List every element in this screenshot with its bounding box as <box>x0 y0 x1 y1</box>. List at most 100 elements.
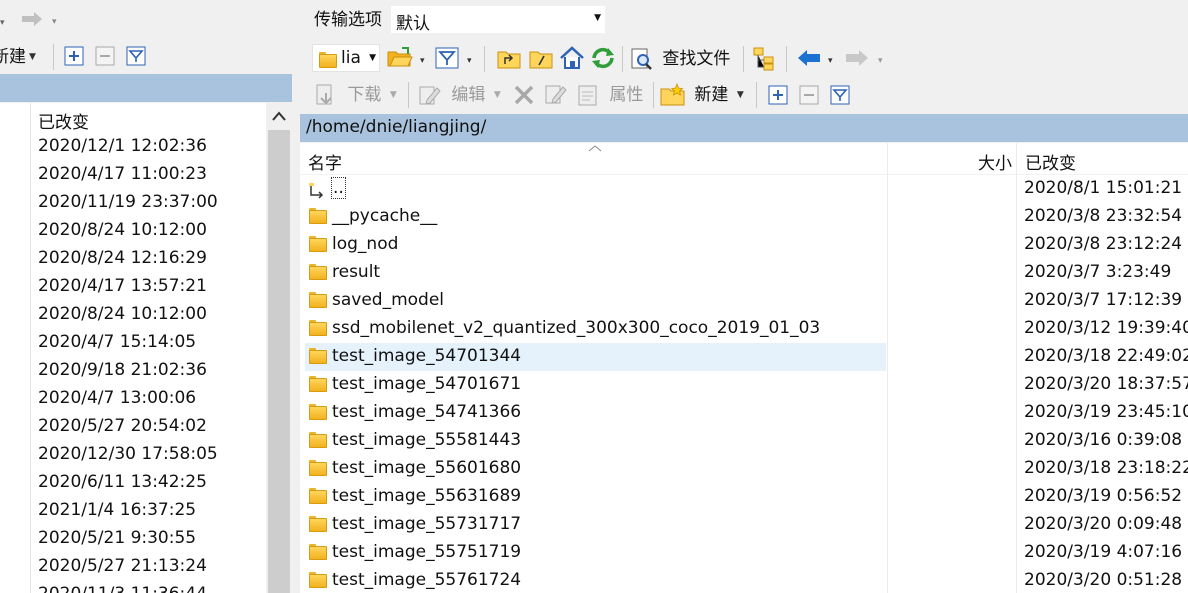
file-name: ssd_mobilenet_v2_quantized_300x300_coco_… <box>332 318 821 338</box>
file-row[interactable]: saved_model 2020/3/7 17:12:39 <box>300 287 1188 315</box>
folder-icon <box>309 375 327 395</box>
download-label: 下载 <box>347 85 382 105</box>
new-button[interactable]: 新建 ▼ <box>660 82 744 108</box>
file-row[interactable]: test_image_54701344 2020/3/18 22:49:02 <box>300 343 1188 371</box>
left-back-button[interactable]: ▾ <box>0 8 20 30</box>
file-changed: 2020/3/19 23:45:10 <box>1024 402 1188 422</box>
file-name: .. <box>331 177 346 199</box>
left-list-item[interactable]: 2020/4/7 13:00:06 <box>38 388 196 408</box>
column-changed[interactable]: 已改变 <box>1017 143 1188 175</box>
left-list-item[interactable]: 2020/5/21 9:30:55 <box>38 528 196 548</box>
left-list-item-date: 2020/11/19 23:37:00 <box>38 192 218 212</box>
transfer-options-select[interactable]: 默认 ▼ <box>390 5 606 34</box>
refresh-button[interactable] <box>590 46 616 75</box>
left-list-item[interactable]: 2020/4/7 15:14:05 <box>38 332 196 352</box>
file-row[interactable]: __pycache__ 2020/3/8 23:32:54 <box>300 203 1188 231</box>
column-name[interactable]: 名字 <box>300 143 887 175</box>
rename-button[interactable] <box>544 82 568 111</box>
folder-icon <box>309 263 327 283</box>
expand-button[interactable] <box>768 85 788 110</box>
find-files-button[interactable]: 查找文件 <box>630 46 730 72</box>
delete-button[interactable] <box>512 83 536 112</box>
file-row[interactable]: test_image_54741366 2020/3/19 23:45:10 <box>300 399 1188 427</box>
parent-directory-button[interactable] <box>497 48 521 75</box>
left-list-item[interactable]: 2020/8/24 10:12:00 <box>38 220 207 240</box>
left-filter-button[interactable] <box>126 46 146 71</box>
chevron-down-icon: ▼ <box>736 90 744 100</box>
file-row[interactable]: test_image_55601680 2020/3/18 23:18:22 <box>300 455 1188 483</box>
file-row[interactable]: test_image_55751719 2020/3/19 4:07:16 <box>300 539 1188 567</box>
properties-button[interactable]: 属性 <box>576 82 643 108</box>
filter-button[interactable]: ▾ <box>434 46 478 75</box>
download-button[interactable]: 下载 ▼ <box>314 82 397 108</box>
new-folder-icon <box>660 83 685 106</box>
right-toolbar-2: 下载 ▼ 编辑 ▼ 属性 新建 ▼ <box>300 80 1188 110</box>
column-header-row: 名字 大小 已改变 <box>300 143 1188 593</box>
file-row[interactable]: .. 2020/8/1 15:01:21 <box>300 175 1188 203</box>
file-name: test_image_54741366 <box>332 402 522 422</box>
left-list-item-date: 2020/4/7 15:14:05 <box>38 332 197 352</box>
svg-text:▾: ▾ <box>0 18 5 28</box>
open-directory-button[interactable]: ▾ <box>386 46 430 75</box>
left-expand-button[interactable] <box>64 46 84 71</box>
left-list-item-date: 2020/4/7 13:00:06 <box>38 388 197 408</box>
left-list-item[interactable]: 2020/6/11 13:42:25 <box>38 472 207 492</box>
left-list-item[interactable]: 2020/12/1 12:02:36 <box>38 136 207 156</box>
file-row[interactable]: test_image_55731717 2020/3/20 0:09:48 <box>300 511 1188 539</box>
collapse-button[interactable] <box>799 85 819 110</box>
file-row[interactable]: test_image_55631689 2020/3/19 0:56:52 <box>300 483 1188 511</box>
edit-label: 编辑 <box>451 85 486 105</box>
left-list-item[interactable]: 2020/4/17 11:00:23 <box>38 164 207 184</box>
file-changed: 2020/3/16 0:39:08 <box>1024 430 1183 450</box>
file-row[interactable]: result 2020/3/7 3:23:49 <box>300 259 1188 287</box>
left-list-item[interactable]: 2020/11/19 23:37:00 <box>38 192 218 212</box>
left-list-item[interactable]: 2020/11/3 11:36:44 <box>38 584 207 593</box>
left-list-item-date: 2020/9/18 21:02:36 <box>38 360 207 380</box>
column-size-label: 大小 <box>978 154 1012 174</box>
left-list-item[interactable]: 2020/4/17 13:57:21 <box>38 276 207 296</box>
left-scroll-thumb[interactable] <box>268 130 290 593</box>
root-dir-icon <box>529 51 553 69</box>
file-row[interactable]: test_image_55761724 2020/3/20 0:51:28 <box>300 567 1188 593</box>
left-column-changed[interactable]: 已改变 <box>38 108 89 133</box>
file-row[interactable]: test_image_54701671 2020/3/20 18:37:57 <box>300 371 1188 399</box>
file-row[interactable]: ssd_mobilenet_v2_quantized_300x300_coco_… <box>300 315 1188 343</box>
left-scrollbar[interactable] <box>266 103 292 593</box>
properties-label: 属性 <box>609 85 644 105</box>
left-list-item[interactable]: 2020/8/24 12:16:29 <box>38 248 207 268</box>
transfer-options-label: 传输选项 <box>314 10 382 30</box>
file-row[interactable]: test_image_55581443 2020/3/16 0:39:08 <box>300 427 1188 455</box>
home-directory-button[interactable] <box>559 46 585 75</box>
column-name-label: 名字 <box>308 154 342 174</box>
edit-button[interactable]: 编辑 ▼ <box>418 82 501 108</box>
left-list-item[interactable]: 2020/12/30 17:58:05 <box>38 444 218 464</box>
left-collapse-button[interactable] <box>95 46 115 71</box>
left-list-item-date: 2020/4/17 11:00:23 <box>38 164 207 184</box>
back-button[interactable]: ▾ <box>796 48 840 73</box>
chevron-down-icon: ▼ <box>594 13 601 23</box>
column-changed-label: 已改变 <box>1025 154 1076 174</box>
file-name: test_image_54701344 <box>332 346 522 366</box>
filter-box-button[interactable] <box>830 85 850 110</box>
file-row[interactable]: log_nod 2020/3/8 23:12:24 <box>300 231 1188 259</box>
forward-button[interactable]: ▾ <box>844 48 890 73</box>
root-directory-button[interactable] <box>529 48 553 75</box>
left-new-button[interactable]: 新建 ▼ <box>0 44 36 70</box>
svg-text:▾: ▾ <box>828 56 833 66</box>
left-list-item[interactable]: 2020/8/24 10:12:00 <box>38 304 207 324</box>
path-bar[interactable]: /home/dnie/liangjing/ <box>300 114 1188 142</box>
left-path-bar[interactable] <box>0 74 292 102</box>
left-list-item[interactable]: 2021/1/4 16:37:25 <box>38 500 196 520</box>
folder-icon <box>309 291 327 311</box>
path-combo[interactable]: lia ▼ <box>312 44 380 72</box>
left-list-item[interactable]: 2020/5/27 20:54:02 <box>38 416 207 436</box>
left-list-item[interactable]: 2020/5/27 21:13:24 <box>38 556 207 576</box>
plus-box-icon <box>64 46 84 66</box>
scroll-up-button[interactable] <box>266 103 292 129</box>
left-forward-button[interactable]: ▾ <box>20 8 64 30</box>
left-list: 已改变 2020/12/1 12:02:36 2020/4/17 11:00:23… <box>0 103 266 593</box>
tree-button[interactable] <box>752 46 778 77</box>
column-size[interactable]: 大小 <box>888 143 1016 175</box>
minus-box-icon <box>799 85 819 105</box>
left-list-item[interactable]: 2020/9/18 21:02:36 <box>38 360 207 380</box>
